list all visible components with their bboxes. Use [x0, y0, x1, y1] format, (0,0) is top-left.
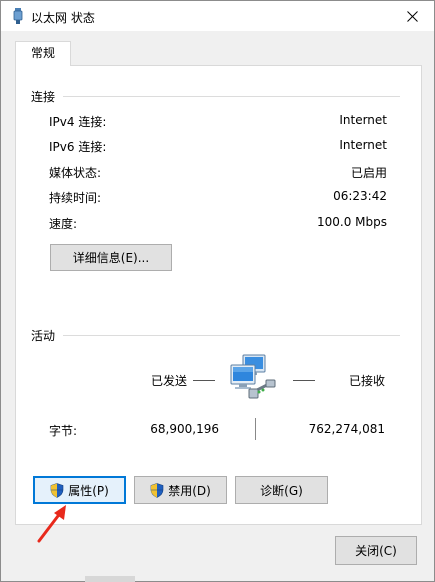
- bytes-sent-value: 68,900,196: [150, 422, 219, 436]
- received-label: 已接收: [349, 374, 386, 388]
- ipv6-label: IPv6 连接:: [49, 140, 107, 154]
- disable-button[interactable]: 禁用(D): [134, 476, 227, 504]
- duration-label: 持续时间:: [49, 191, 102, 205]
- ipv6-value: Internet: [339, 138, 387, 152]
- background-sliver: [85, 576, 135, 582]
- connection-group-rule: [63, 96, 400, 97]
- sent-label: 已发送: [151, 374, 188, 388]
- title-bar[interactable]: 以太网 状态: [1, 1, 434, 31]
- close-window-button[interactable]: [390, 1, 434, 31]
- bytes-received-value: 762,274,081: [308, 422, 385, 436]
- properties-button[interactable]: 属性(P): [33, 476, 126, 504]
- bytes-separator: [255, 418, 256, 440]
- network-computers-icon: [230, 354, 276, 399]
- duration-value: 06:23:42: [333, 189, 387, 203]
- uac-shield-icon: [150, 482, 164, 498]
- ipv4-value: Internet: [339, 113, 387, 127]
- ethernet-status-window: 以太网 状态 常规 连接 IPv4 连接: Internet IPv6 连接: …: [0, 0, 435, 582]
- speed-label: 速度:: [49, 217, 78, 231]
- activity-group-rule: [63, 335, 400, 336]
- window-title: 以太网 状态: [31, 11, 95, 25]
- received-dash: [293, 380, 315, 381]
- uac-shield-icon: [50, 482, 64, 498]
- speed-value: 100.0 Mbps: [316, 215, 387, 229]
- close-button[interactable]: 关闭(C): [335, 536, 417, 565]
- activity-group-title: 活动: [31, 329, 56, 343]
- network-adapter-icon: [13, 8, 23, 24]
- sent-dash: [193, 380, 215, 381]
- tab-general[interactable]: 常规: [15, 41, 71, 66]
- media-state-label: 媒体状态:: [49, 166, 102, 180]
- ipv4-label: IPv4 连接:: [49, 115, 107, 129]
- diagnose-button[interactable]: 诊断(G): [235, 476, 328, 504]
- close-icon: [406, 10, 418, 22]
- disable-button-label: 禁用(D): [168, 483, 211, 498]
- details-button[interactable]: 详细信息(E)...: [50, 244, 172, 271]
- bytes-label: 字节:: [49, 424, 78, 438]
- general-panel: [15, 65, 422, 525]
- annotation-arrow-icon: [37, 505, 66, 543]
- properties-button-label: 属性(P): [68, 483, 109, 498]
- media-state-value: 已启用: [350, 166, 387, 180]
- connection-group-title: 连接: [31, 90, 56, 104]
